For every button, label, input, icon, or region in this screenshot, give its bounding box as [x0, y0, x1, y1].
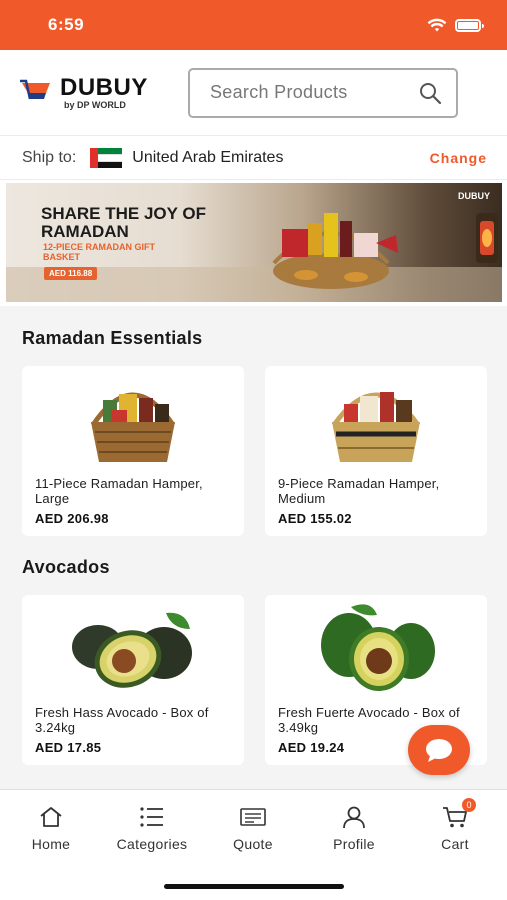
logo-tagline: by DP WORLD [64, 99, 126, 110]
status-time: 6:59 [48, 15, 85, 34]
chat-bubble-icon [426, 739, 452, 762]
hamper-image [90, 392, 176, 462]
banner-subline: 12-PIECE RAMADAN GIFT BASKET [43, 242, 156, 262]
tab-categories[interactable]: Categories [107, 804, 197, 852]
dubuy-logo[interactable]: DUBUY by DP WORLD [20, 73, 188, 110]
ship-to-label: Ship to: [22, 148, 77, 166]
avocado-image [321, 604, 435, 691]
chat-button[interactable] [408, 725, 470, 775]
tab-home[interactable]: Home [6, 804, 96, 852]
tab-profile[interactable]: Profile [309, 804, 399, 852]
ship-to-bar: Ship to: United Arab Emirates Change [0, 136, 507, 180]
product-price: AED 17.85 [35, 740, 102, 755]
list-icon [140, 807, 163, 827]
banner-brand: DUBUY [457, 191, 490, 201]
tab-cart-label: Cart [441, 836, 469, 852]
quote-icon [240, 808, 266, 826]
product-name: 11-Piece Ramadan Hamper, Large [35, 476, 203, 506]
cart-count-badge: 0 [462, 798, 476, 812]
banner-price-tag: AED 116.88 [44, 267, 98, 280]
home-icon [40, 807, 62, 827]
promo-banner-container: SHARE THE JOY OF RAMADAN 12-PIECE RAMADA… [0, 180, 507, 306]
tab-quote[interactable]: Quote [208, 804, 298, 852]
section-title-avocados: Avocados [22, 557, 110, 577]
logo-cart-icon [20, 79, 50, 99]
product-name: Fresh Hass Avocado - Box of 3.24kg [35, 705, 209, 735]
product-image [265, 366, 487, 474]
tab-profile-label: Profile [333, 836, 375, 852]
product-name: 9-Piece Ramadan Hamper, Medium [278, 476, 440, 506]
product-card[interactable]: 9-Piece Ramadan Hamper, Medium AED 155.0… [265, 366, 487, 536]
tab-home-label: Home [31, 836, 71, 852]
section-title-ramadan: Ramadan Essentials [22, 328, 203, 348]
wifi-icon [427, 18, 447, 31]
home-indicator [164, 884, 344, 889]
change-country-link[interactable]: Change [430, 150, 487, 166]
battery-icon [455, 18, 484, 32]
logo-wordmark: DUBUY [60, 73, 148, 101]
status-bar: 6:59 [0, 0, 507, 50]
ship-to-country: United Arab Emirates [132, 148, 284, 166]
search-icon[interactable] [418, 81, 442, 105]
search-input[interactable]: Search Products [188, 67, 458, 118]
tab-categories-label: Categories [116, 836, 188, 852]
product-image [22, 366, 244, 474]
uae-flag-icon [90, 147, 123, 168]
tab-quote-label: Quote [233, 836, 273, 852]
tab-cart[interactable]: 0 Cart [410, 798, 500, 852]
status-icons [427, 18, 484, 33]
product-image [265, 595, 487, 703]
product-price: AED 206.98 [35, 511, 109, 526]
product-price: AED 19.24 [278, 740, 345, 755]
banner-headline: SHARE THE JOY OF RAMADAN [41, 204, 206, 241]
product-card[interactable]: 11-Piece Ramadan Hamper, Large AED 206.9… [22, 366, 244, 536]
search-placeholder: Search Products [210, 82, 348, 102]
product-image [22, 595, 244, 703]
promo-banner[interactable]: SHARE THE JOY OF RAMADAN 12-PIECE RAMADA… [6, 183, 502, 302]
header: DUBUY by DP WORLD Search Products [0, 50, 507, 136]
product-card[interactable]: Fresh Hass Avocado - Box of 3.24kg AED 1… [22, 595, 244, 765]
profile-icon [343, 806, 365, 829]
hamper-image [331, 392, 421, 462]
product-price: AED 155.02 [278, 511, 352, 526]
avocado-image [72, 612, 192, 688]
